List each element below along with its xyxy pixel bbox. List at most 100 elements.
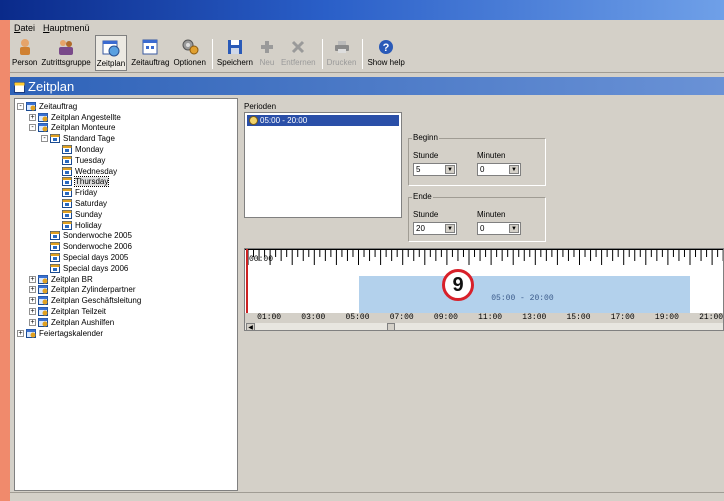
- toolbar: Person Zutrittsgruppe Zeitplan Zeitauftr…: [10, 35, 724, 73]
- tree-node[interactable]: + Zeitplan BR: [15, 274, 237, 285]
- tree-node[interactable]: Thursday: [15, 176, 237, 188]
- drucken-button-label: Drucken: [326, 58, 357, 67]
- plus-icon: [257, 38, 277, 56]
- chevron-down-icon[interactable]: ▼: [445, 224, 455, 233]
- end-minute-value: 0: [480, 224, 485, 233]
- entfernen-button-label: Entfernen: [280, 58, 316, 67]
- delete-icon: [288, 38, 308, 56]
- period-item[interactable]: 05:00 - 20:00: [247, 115, 399, 126]
- expand-icon[interactable]: +: [29, 308, 36, 316]
- schedule-icon: [50, 253, 60, 263]
- chevron-down-icon[interactable]: ▼: [509, 165, 519, 174]
- begin-minute-select[interactable]: 0 ▼: [477, 163, 521, 176]
- tree-node[interactable]: Special days 2006: [15, 263, 237, 274]
- tree-node[interactable]: - Zeitauftrag: [15, 101, 237, 112]
- tree-node[interactable]: Wednesday: [15, 166, 237, 177]
- collapse-icon[interactable]: -: [17, 102, 24, 110]
- schedule-icon: [26, 328, 36, 338]
- schedule-icon: [14, 81, 25, 93]
- tree-node[interactable]: Sonderwoche 2006: [15, 241, 237, 252]
- zutrittsgruppe-button[interactable]: Zutrittsgruppe: [41, 35, 91, 67]
- end-minute-select[interactable]: 0 ▼: [477, 222, 521, 235]
- show-help-button-label: Show help: [367, 58, 405, 67]
- tree-node[interactable]: Monday: [15, 144, 237, 155]
- scroll-thumb[interactable]: [387, 323, 395, 330]
- page-title: Zeitplan: [28, 78, 75, 94]
- begin-hour-select[interactable]: 5 ▼: [413, 163, 457, 176]
- entfernen-button[interactable]: Entfernen: [281, 35, 316, 67]
- tree-node-label: Zeitauftrag: [39, 101, 78, 111]
- tree-node[interactable]: Friday: [15, 187, 237, 198]
- tree-node-label: Holiday: [75, 220, 102, 230]
- collapse-icon[interactable]: -: [41, 135, 48, 143]
- expand-icon[interactable]: +: [29, 275, 36, 283]
- scroll-left-icon[interactable]: ◀: [246, 323, 255, 330]
- optionen-button[interactable]: Optionen: [173, 35, 206, 67]
- begin-group: Beginn Stunde Minuten 5 ▼ 0 ▼: [408, 133, 546, 186]
- begin-minute-label: Minuten: [477, 151, 506, 160]
- periods-list[interactable]: 05:00 - 20:00: [244, 112, 402, 218]
- person-button[interactable]: Person: [12, 35, 37, 67]
- tree-node[interactable]: - Zeitplan Monteure: [15, 123, 237, 134]
- show-help-button[interactable]: ? Show help: [367, 35, 405, 67]
- tree-node[interactable]: Sunday: [15, 209, 237, 220]
- end-hour-select[interactable]: 20 ▼: [413, 222, 457, 235]
- zeitplan-button-label: Zeitplan: [96, 59, 126, 68]
- help-icon: ?: [376, 38, 396, 56]
- collapse-icon[interactable]: -: [29, 124, 36, 132]
- period-item-label: 05:00 - 20:00: [260, 116, 308, 125]
- toolbar-separator: [211, 39, 213, 69]
- tree-node-label: Zeitplan Aushilfen: [51, 317, 115, 327]
- tree-node[interactable]: + Zeitplan Zylinderpartner: [15, 285, 237, 296]
- optionen-button-label: Optionen: [173, 58, 206, 67]
- tree-node[interactable]: + Feiertagskalender: [15, 328, 237, 339]
- zeitplan-button[interactable]: Zeitplan: [94, 35, 128, 71]
- tree-node-label: Tuesday: [75, 155, 106, 165]
- schedule-icon: [50, 134, 60, 144]
- schedule-icon: [50, 242, 60, 252]
- speichern-button[interactable]: Speichern: [217, 35, 253, 67]
- begin-hour-label: Stunde: [413, 151, 439, 160]
- end-hour-value: 20: [416, 224, 425, 233]
- tree-node[interactable]: Holiday: [15, 220, 237, 231]
- tree-node-label: Sonderwoche 2006: [63, 242, 132, 252]
- begin-hour-value: 5: [416, 165, 421, 174]
- chevron-down-icon[interactable]: ▼: [445, 165, 455, 174]
- tree-node[interactable]: + Zeitplan Teilzeit: [15, 306, 237, 317]
- drucken-button[interactable]: Drucken: [326, 35, 357, 67]
- expand-icon[interactable]: +: [17, 329, 24, 337]
- tree-node[interactable]: Special days 2005: [15, 252, 237, 263]
- expand-icon[interactable]: +: [29, 297, 36, 305]
- tree-node-label: Zeitplan Zylinderpartner: [51, 285, 136, 295]
- timeline-track[interactable]: 00:00 05:00 - 20:00: [245, 249, 723, 316]
- zeitauftrag-button[interactable]: Zeitauftrag: [131, 35, 169, 67]
- tree-node-label: Wednesday: [75, 166, 118, 176]
- tree-node-label: Standard Tage: [63, 134, 115, 144]
- schedule-icon: [62, 199, 72, 209]
- neu-button[interactable]: Neu: [257, 35, 277, 67]
- tree-node[interactable]: Sonderwoche 2005: [15, 231, 237, 242]
- tree-node[interactable]: - Standard Tage: [15, 133, 237, 144]
- hour-label: 11:00: [478, 313, 503, 322]
- speichern-button-label: Speichern: [216, 58, 253, 67]
- chevron-down-icon[interactable]: ▼: [509, 224, 519, 233]
- tree-node-label: Zeitplan Geschäftsleitung: [51, 296, 142, 306]
- tree-node-label: Feiertagskalender: [39, 328, 104, 338]
- expand-icon[interactable]: +: [29, 318, 36, 326]
- expand-icon[interactable]: +: [29, 286, 36, 294]
- tree-node[interactable]: + Zeitplan Aushilfen: [15, 317, 237, 328]
- timeline-scrollbar[interactable]: ◀: [245, 323, 723, 330]
- status-bar: [10, 492, 724, 501]
- menu-datei[interactable]: Datei: [14, 23, 35, 33]
- menu-hauptmenu[interactable]: Hauptmenü: [43, 23, 90, 33]
- neu-button-label: Neu: [259, 58, 275, 67]
- clock-icon: [249, 116, 258, 125]
- tree-node[interactable]: + Zeitplan Angestellte: [15, 112, 237, 123]
- tree-node[interactable]: + Zeitplan Geschäftsleitung: [15, 295, 237, 306]
- timeline[interactable]: 00:00 05:00 - 20:00 01:00 03:00 05:00 07:00…: [244, 248, 724, 331]
- expand-icon[interactable]: +: [29, 113, 36, 121]
- tree-node[interactable]: Saturday: [15, 198, 237, 209]
- tree-node[interactable]: Tuesday: [15, 155, 237, 166]
